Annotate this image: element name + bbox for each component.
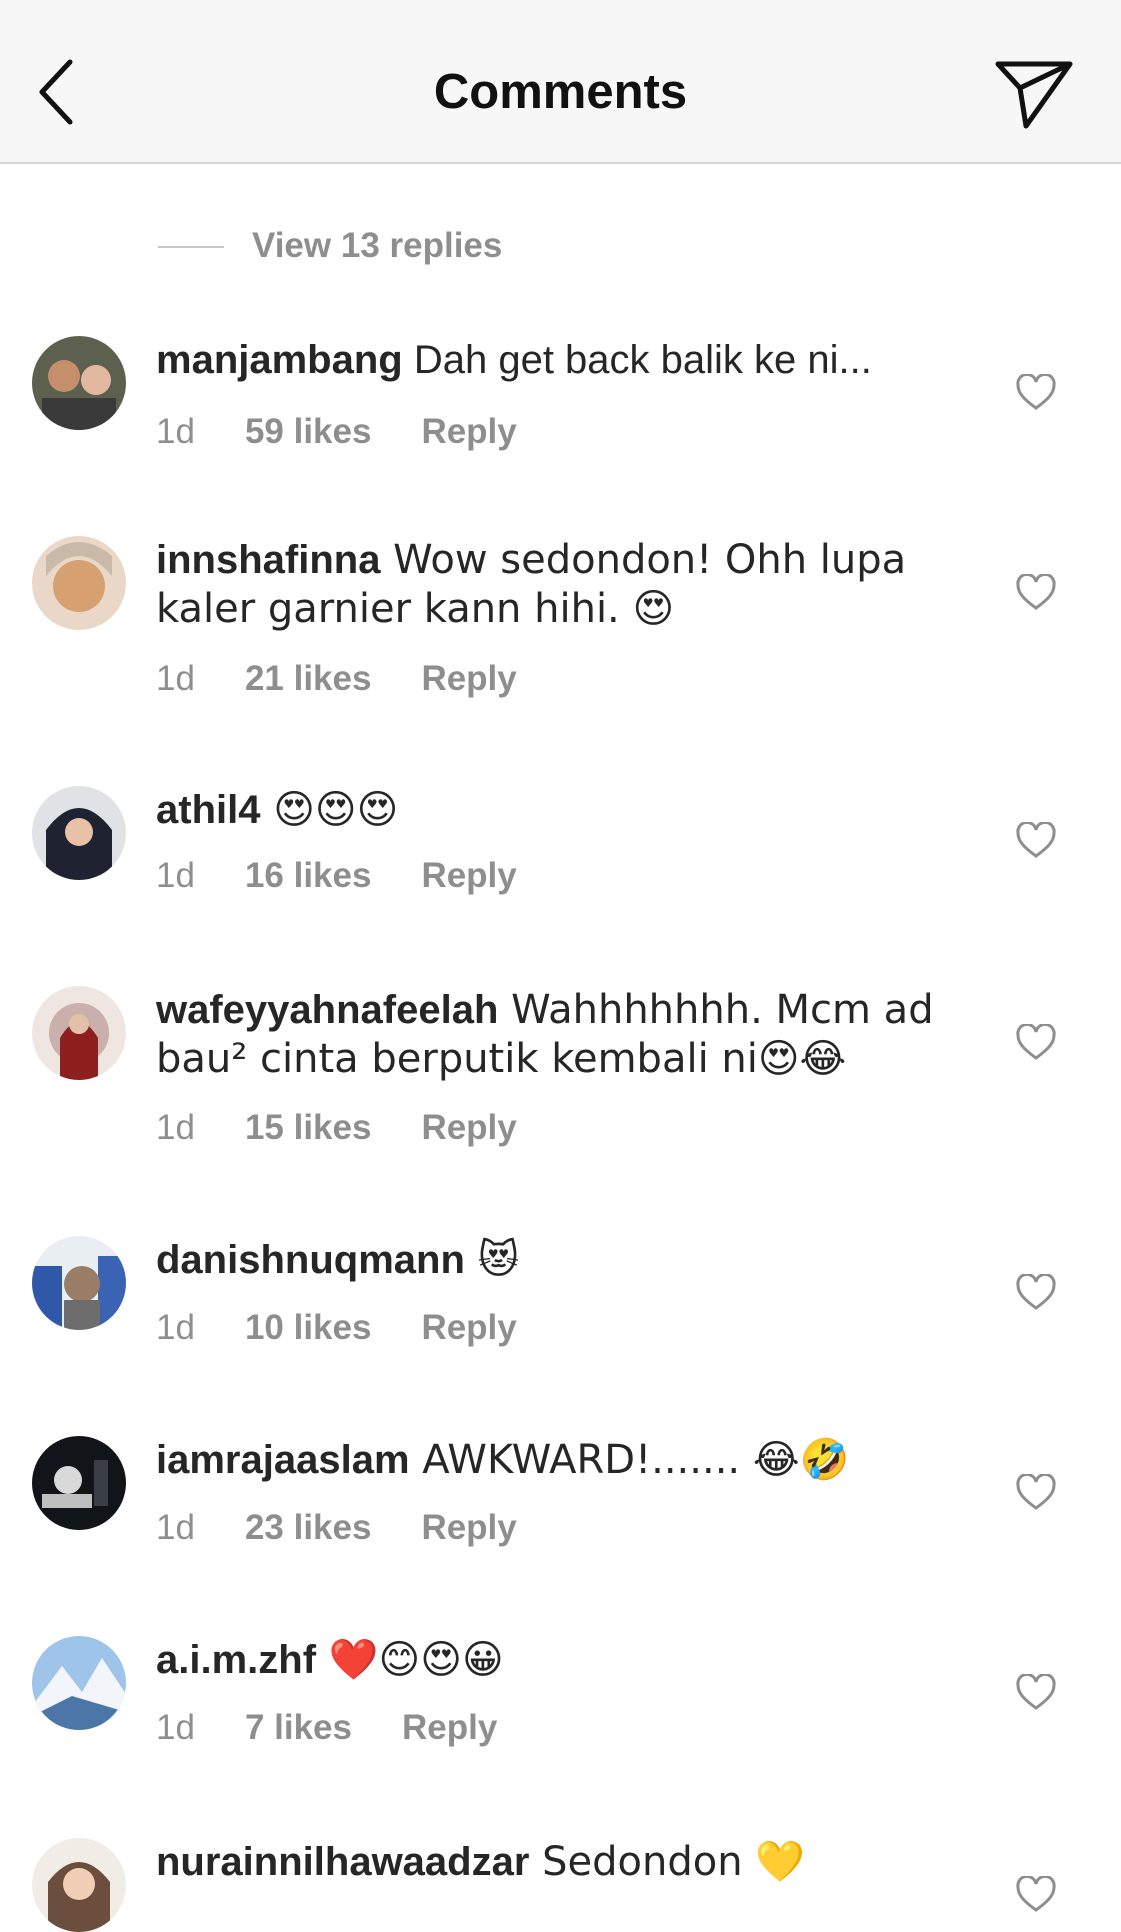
- likes-count[interactable]: 15 likes: [245, 1108, 372, 1148]
- heart-icon[interactable]: [1016, 1674, 1056, 1712]
- comment-username[interactable]: nurainnilhawaadzar: [156, 1840, 529, 1884]
- comment-time: 1d: [156, 659, 195, 698]
- comment-text: iamrajaaslam AWKWARD!....... 😂🤣: [156, 1436, 956, 1485]
- comment-username[interactable]: iamrajaaslam: [156, 1438, 410, 1482]
- comment-time: 1d: [156, 1708, 195, 1747]
- comment-meta: 1d 59 likes Reply: [156, 412, 517, 452]
- reply-button[interactable]: Reply: [421, 412, 516, 452]
- likes-count[interactable]: 16 likes: [245, 856, 372, 896]
- avatar[interactable]: [32, 1636, 126, 1730]
- avatar[interactable]: [32, 1236, 126, 1330]
- avatar[interactable]: [32, 336, 126, 430]
- comment-meta: 1d 10 likes Reply: [156, 1308, 517, 1348]
- comment-meta: 1d 7 likes Reply: [156, 1708, 497, 1748]
- comment-meta: 1d 15 likes Reply: [156, 1108, 517, 1148]
- comment-username[interactable]: innshafinna: [156, 538, 380, 582]
- reply-button[interactable]: Reply: [421, 659, 516, 699]
- likes-count[interactable]: 10 likes: [245, 1308, 372, 1348]
- likes-count[interactable]: 23 likes: [245, 1508, 372, 1548]
- comment-time: 1d: [156, 412, 195, 451]
- comment-body: AWKWARD!....... 😂🤣: [409, 1437, 850, 1483]
- paper-plane-icon[interactable]: [992, 58, 1076, 132]
- comment-time: 1d: [156, 1508, 195, 1547]
- comment-time: 1d: [156, 1308, 195, 1347]
- comment-username[interactable]: manjambang: [156, 338, 403, 382]
- likes-count[interactable]: 59 likes: [245, 412, 372, 452]
- comment-body: Sedondon 💛: [529, 1839, 806, 1885]
- avatar[interactable]: [32, 986, 126, 1080]
- heart-icon[interactable]: [1016, 1876, 1056, 1914]
- likes-count[interactable]: 7 likes: [245, 1708, 352, 1748]
- heart-icon[interactable]: [1016, 822, 1056, 860]
- comment-body: 😻: [464, 1237, 520, 1283]
- heart-icon[interactable]: [1016, 1474, 1056, 1512]
- likes-count[interactable]: 21 likes: [245, 659, 372, 699]
- avatar[interactable]: [32, 786, 126, 880]
- comment-time: 1d: [156, 856, 195, 895]
- comment-body: ❤️😊😍😀: [316, 1637, 504, 1683]
- comment-text: athil4 😍😍😍: [156, 786, 956, 835]
- comment-meta: 1d 23 likes Reply: [156, 1508, 517, 1548]
- view-replies-label: View 13 replies: [252, 226, 503, 265]
- comment-text: a.i.m.zhf ❤️😊😍😀: [156, 1636, 956, 1685]
- comment-text: manjambang Dah get back balik ke ni...: [156, 336, 956, 385]
- heart-icon[interactable]: [1016, 374, 1056, 412]
- page-title: Comments: [433, 65, 688, 119]
- comment-username[interactable]: athil4: [156, 788, 260, 832]
- comment-meta: 1d 21 likes Reply: [156, 659, 517, 699]
- heart-icon[interactable]: [1016, 1274, 1056, 1312]
- divider-line: [158, 246, 224, 248]
- reply-button[interactable]: Reply: [421, 1108, 516, 1148]
- avatar[interactable]: [32, 1838, 126, 1932]
- comment-body: Dah get back balik ke ni...: [402, 338, 872, 382]
- comment-username[interactable]: a.i.m.zhf: [156, 1638, 316, 1682]
- comment-text: innshafinna Wow sedondon! Ohh lupa kaler…: [156, 536, 956, 634]
- reply-button[interactable]: Reply: [421, 1308, 516, 1348]
- top-bar: Comments: [0, 0, 1121, 164]
- reply-button[interactable]: Reply: [421, 856, 516, 896]
- heart-icon[interactable]: [1016, 574, 1056, 612]
- comment-meta: 1d 16 likes Reply: [156, 856, 517, 896]
- comment-text: danishnuqmann 😻: [156, 1236, 956, 1285]
- comment-text: nurainnilhawaadzar Sedondon 💛: [156, 1838, 956, 1887]
- comment-time: 1d: [156, 1108, 195, 1147]
- reply-button[interactable]: Reply: [421, 1508, 516, 1548]
- heart-icon[interactable]: [1016, 1024, 1056, 1062]
- avatar[interactable]: [32, 536, 126, 630]
- reply-button[interactable]: Reply: [402, 1708, 497, 1748]
- comment-username[interactable]: wafeyyahnafeelah: [156, 988, 498, 1032]
- comment-text: wafeyyahnafeelah Wahhhhhhh. Mcm ad bau² …: [156, 986, 956, 1084]
- comment-username[interactable]: danishnuqmann: [156, 1238, 465, 1282]
- avatar[interactable]: [32, 1436, 126, 1530]
- comment-body: 😍😍😍: [260, 787, 399, 833]
